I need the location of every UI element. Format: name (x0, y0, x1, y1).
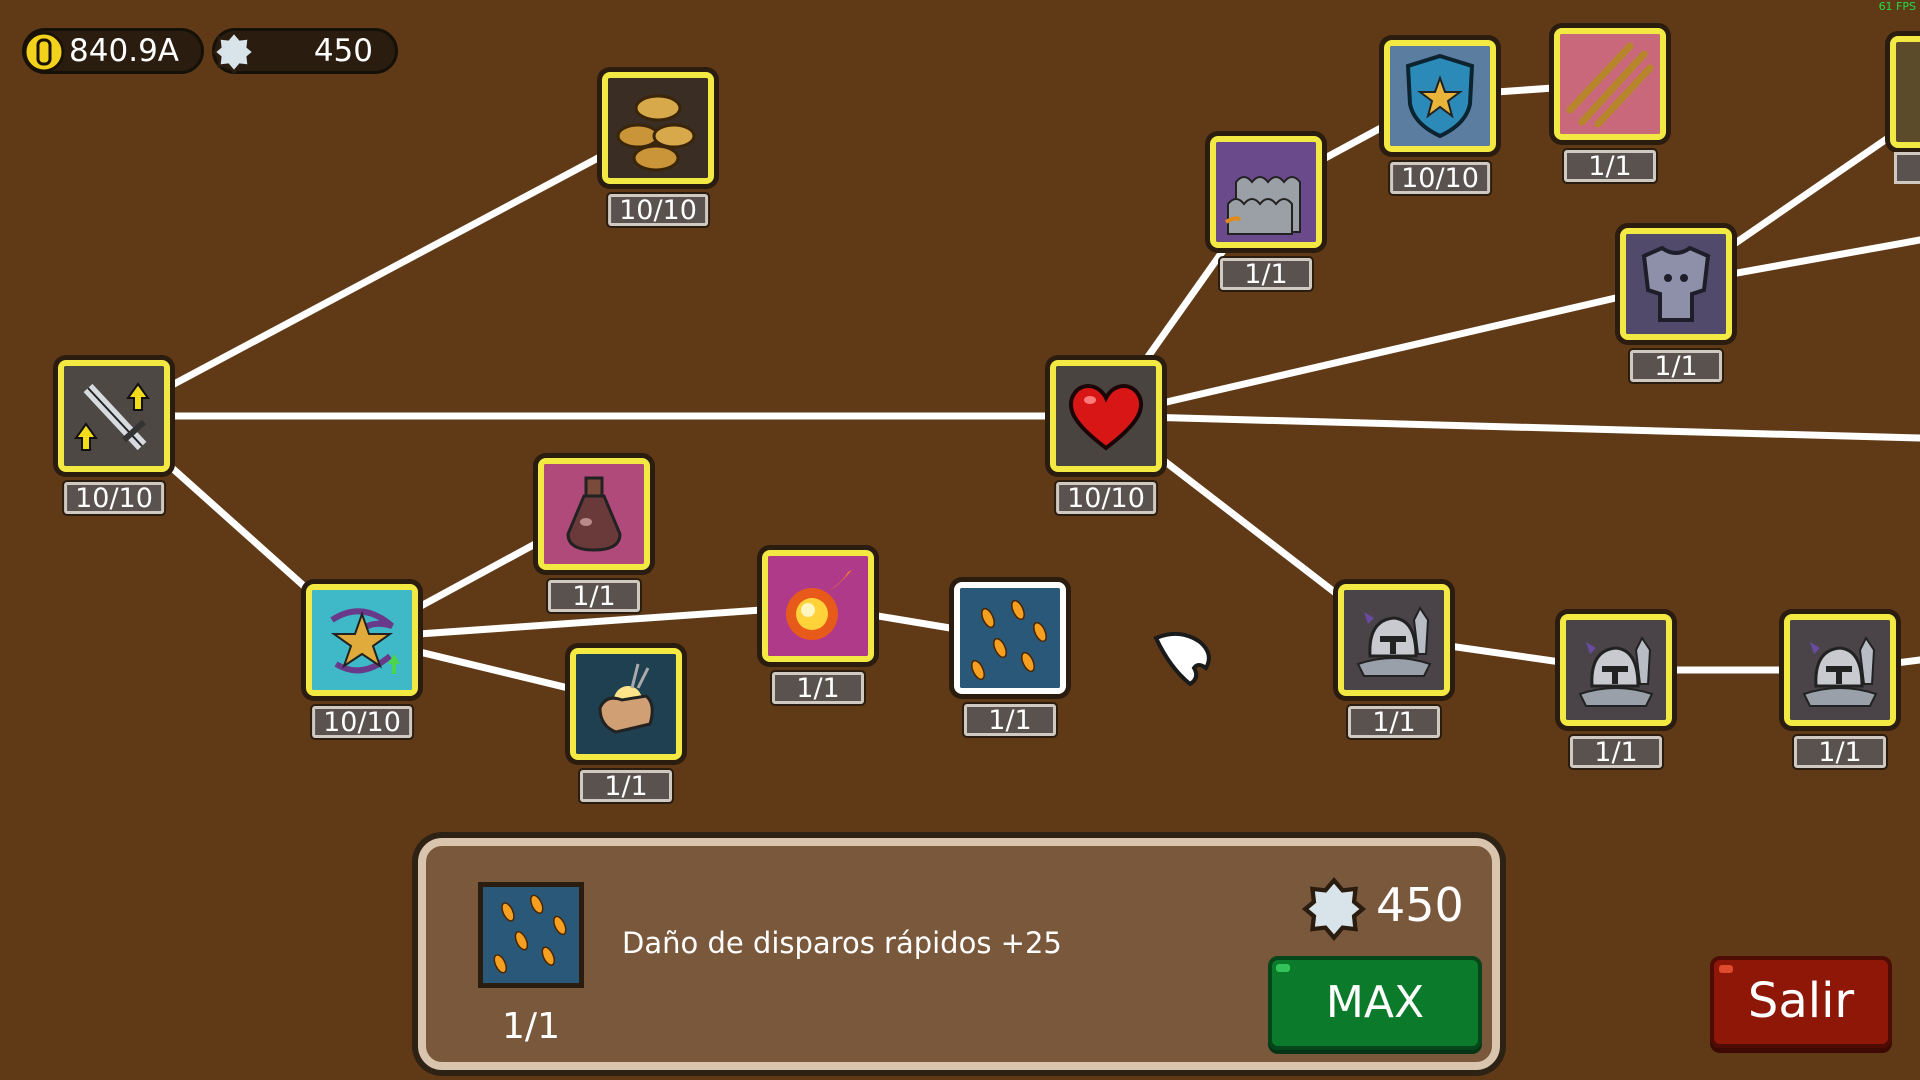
skill-node-star[interactable]: 10/10 (306, 584, 418, 738)
gem-amount: 450 (313, 33, 373, 69)
skill-node-claws[interactable]: 1/1 (1554, 28, 1666, 182)
spinning-star-icon (312, 590, 412, 690)
pointer-cursor-icon (1153, 631, 1211, 687)
power-fist-icon (576, 654, 676, 754)
skill-node-scales[interactable]: 1/1 (1210, 136, 1322, 290)
upgrade-cost: 450 (1376, 878, 1464, 932)
skill-node-shield[interactable]: 10/10 (1384, 40, 1496, 194)
fps-counter: 61 FPS (1878, 0, 1916, 13)
node-level: 10/10 (1056, 482, 1156, 514)
node-level: 1/1 (1794, 736, 1886, 768)
skill-node-heart[interactable]: 10/10 (1050, 360, 1162, 514)
node-level: 10/10 (64, 482, 164, 514)
node-level: 1/1 (1570, 736, 1662, 768)
selected-upgrade-icon (478, 882, 584, 988)
skill-node-knight-2[interactable]: 1/1 (1560, 614, 1672, 768)
upgrade-detail-panel: 1/1 Daño de disparos rápidos +25 450 MAX (418, 838, 1500, 1070)
node-level: 1/1 (1630, 350, 1722, 382)
knight-helmet-icon (1566, 620, 1666, 720)
potion-flask-icon (544, 464, 644, 564)
node-level: 1/1 (1564, 150, 1656, 182)
node-level: 1/1 (772, 672, 864, 704)
gem-counter: 450 (211, 28, 398, 75)
gold-amount: 840.9A (69, 33, 179, 69)
node-level: 1/1 (1220, 258, 1312, 290)
knight-helmet-icon (1790, 620, 1890, 720)
gem-icon (211, 29, 257, 75)
fireball-icon (768, 556, 868, 656)
node-level: 1/1 (1348, 706, 1440, 738)
dragon-scales-icon (1216, 142, 1316, 242)
gem-icon (1301, 876, 1367, 942)
node-level: 1/1 (964, 704, 1056, 736)
skill-node-knight-1[interactable]: 1/1 (1338, 584, 1450, 738)
skill-node-armor[interactable]: 1/1 (1620, 228, 1732, 382)
gold-coin-icon (23, 31, 65, 73)
fire-rain-icon (483, 887, 579, 983)
node-level: 10/10 (312, 706, 412, 738)
node-level: 10/10 (1390, 162, 1490, 194)
skill-node-fire-rain[interactable]: 1/1 (954, 582, 1066, 736)
heart-icon (1056, 366, 1156, 466)
skill-node-potion[interactable]: 1/1 (538, 458, 650, 612)
node-level: 1/1 (548, 580, 640, 612)
upgrade-description: Daño de disparos rápidos +25 (622, 926, 1062, 960)
max-button[interactable]: MAX (1268, 956, 1482, 1050)
skill-node-knight-3[interactable]: 1/1 (1784, 614, 1896, 768)
sword-upgrade-icon (64, 366, 164, 466)
skill-node-coins[interactable]: 10/10 (602, 72, 714, 226)
claw-slash-icon (1560, 34, 1660, 134)
node-level: 1/1 (580, 770, 672, 802)
skill-node-sword[interactable]: 10/10 (58, 360, 170, 514)
skill-node-offscreen[interactable] (1890, 36, 1920, 148)
node-level: 10/10 (608, 194, 708, 226)
skill-node-fireball[interactable]: 1/1 (762, 550, 874, 704)
fire-rain-icon (960, 588, 1060, 688)
selected-upgrade-level: 1/1 (502, 1006, 560, 1047)
star-shield-icon (1390, 46, 1490, 146)
node-level-offscreen (1894, 152, 1920, 184)
knight-helmet-icon (1344, 590, 1444, 690)
gold-counter: 840.9A (22, 28, 204, 74)
chest-armor-icon (1626, 234, 1726, 334)
exit-button[interactable]: Salir (1710, 956, 1892, 1048)
skill-node-fist[interactable]: 1/1 (570, 648, 682, 802)
coins-icon (608, 78, 708, 178)
